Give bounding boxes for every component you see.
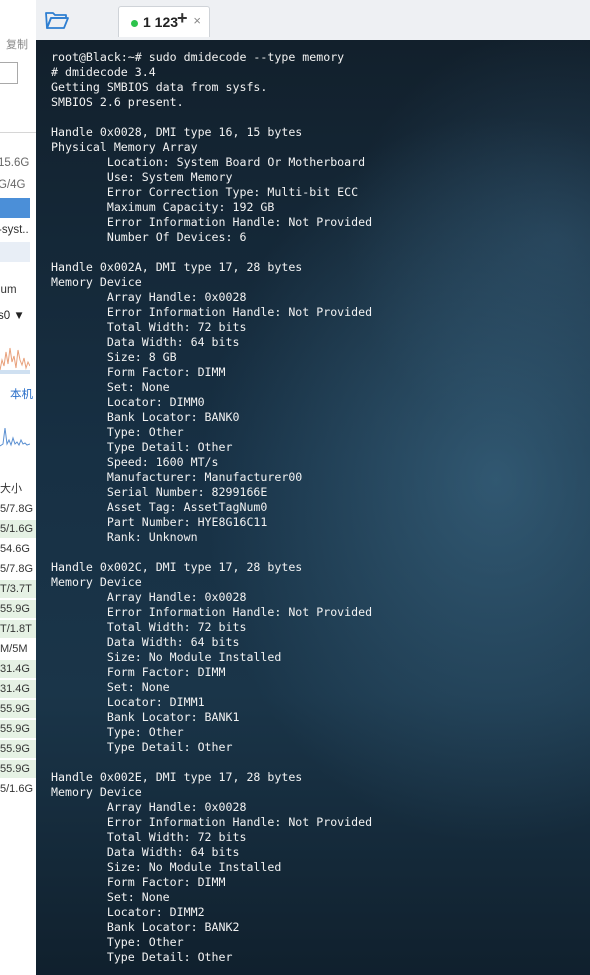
table-row[interactable]: M/5M	[0, 640, 36, 658]
row-highlight	[0, 242, 30, 262]
table-row[interactable]: 5/7.8G	[0, 500, 36, 518]
table-row[interactable]: 31.4G	[0, 660, 36, 678]
table-row[interactable]: 31.4G	[0, 680, 36, 698]
divider	[0, 132, 36, 133]
terminal-text: root@Black:~# sudo dmidecode --type memo…	[51, 50, 373, 964]
filesystem-text: -syst..	[0, 224, 29, 236]
copy-label[interactable]: 复制	[6, 36, 28, 52]
selected-row-highlight[interactable]	[0, 198, 30, 218]
chevron-down-icon: ▼	[13, 310, 25, 322]
disk-total-text: 15.6G	[0, 157, 30, 169]
left-panel: 复制 15.6G G/4G -syst.. ium s0 ▼ 本机 大小 5/7…	[0, 0, 37, 975]
cpu-text: ium	[0, 284, 17, 296]
tab-session[interactable]: 1 123 ×	[118, 6, 210, 37]
table-row[interactable]: 55.9G	[0, 720, 36, 738]
input-box[interactable]	[0, 62, 18, 84]
table-row[interactable]: 5/1.6G	[0, 520, 36, 538]
table-row[interactable]: 55.9G	[0, 700, 36, 718]
terminal-output[interactable]: root@Black:~# sudo dmidecode --type memo…	[36, 40, 590, 975]
mem-text: G/4G	[0, 179, 26, 191]
table-row[interactable]: T/1.8T	[0, 620, 36, 638]
tab-label: 1 123	[143, 14, 179, 30]
table-row[interactable]: T/3.7T	[0, 580, 36, 598]
table-row[interactable]: 55.9G	[0, 740, 36, 758]
table-row[interactable]: 55.9G	[0, 600, 36, 618]
table-row[interactable]: 5/7.8G	[0, 560, 36, 578]
connected-status-icon	[131, 20, 138, 27]
table-row[interactable]: 54.6G	[0, 540, 36, 558]
disk-io-chart	[0, 427, 30, 447]
plus-icon[interactable]: +	[177, 8, 188, 29]
table-row[interactable]: 55.9G	[0, 760, 36, 778]
local-machine-link[interactable]: 本机	[10, 388, 33, 402]
tab-bar: 1 123 × +	[36, 0, 590, 41]
network-chart	[0, 347, 30, 374]
size-column-header[interactable]: 大小	[0, 480, 36, 498]
network-label: s0	[0, 310, 11, 322]
close-icon[interactable]: ×	[193, 13, 201, 28]
folder-open-icon[interactable]	[44, 8, 72, 34]
table-row[interactable]: 5/1.6G	[0, 780, 36, 798]
network-dropdown[interactable]: s0 ▼	[0, 309, 25, 323]
